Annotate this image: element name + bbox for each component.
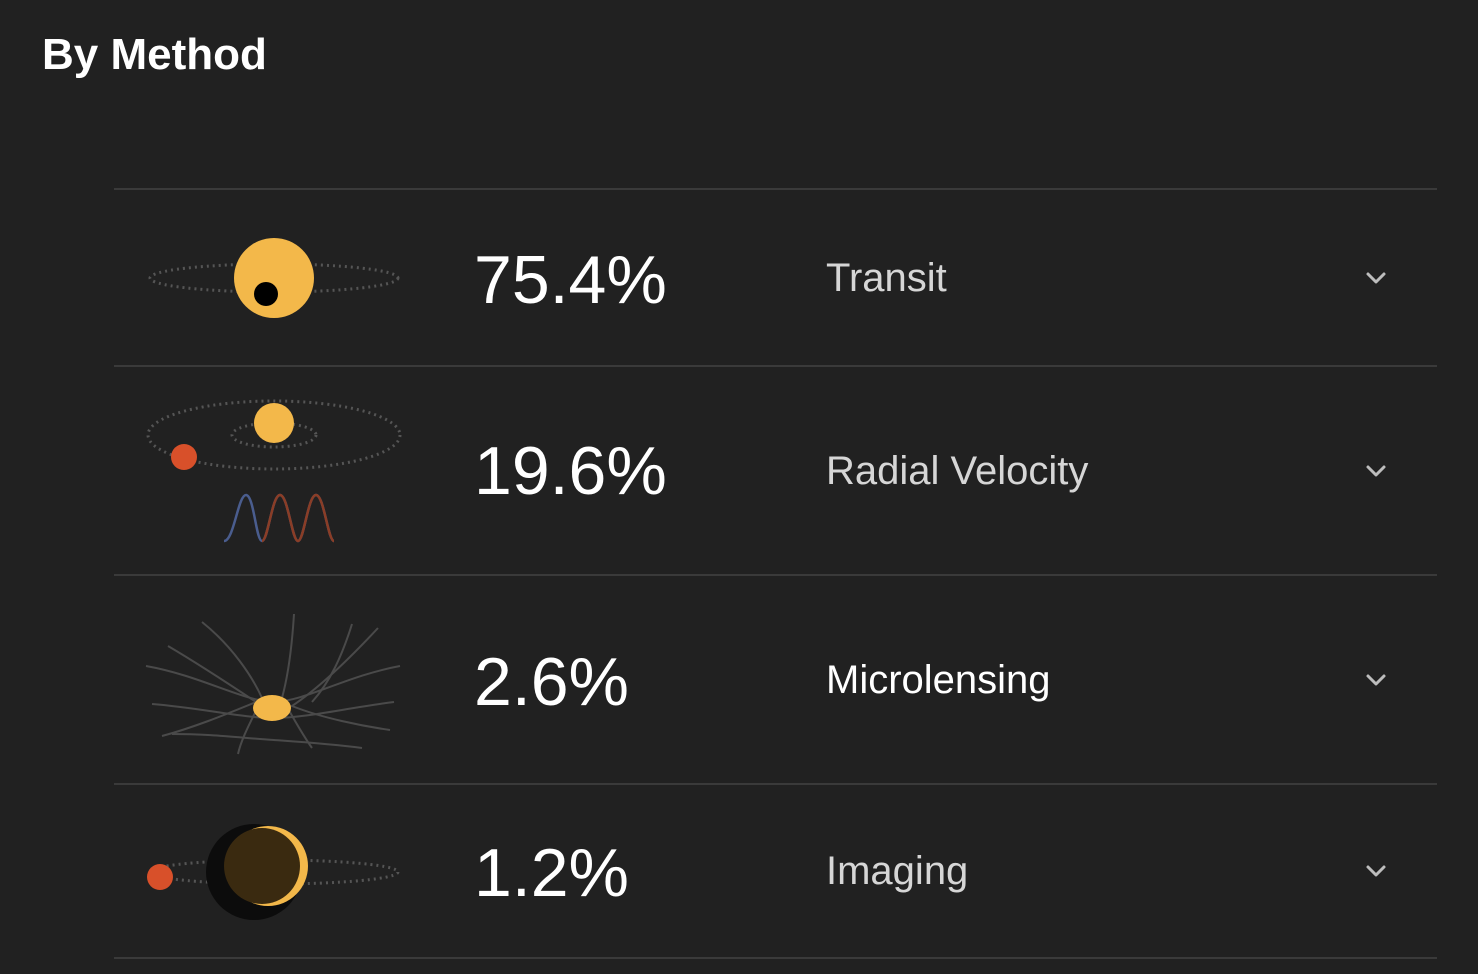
method-list: 75.4% Transit 19.6% Radial Velocity 2.6%… bbox=[114, 188, 1437, 959]
method-percent: 1.2% bbox=[474, 835, 629, 911]
chevron-down-icon[interactable] bbox=[1363, 270, 1389, 286]
microlensing-icon bbox=[145, 613, 401, 755]
method-label: Imaging bbox=[826, 849, 969, 893]
radial-velocity-icon bbox=[146, 399, 402, 543]
imaging-icon bbox=[147, 824, 400, 920]
chevron-down-icon[interactable] bbox=[1363, 863, 1389, 879]
method-percent: 19.6% bbox=[474, 433, 667, 509]
method-label: Radial Velocity bbox=[826, 449, 1089, 493]
method-row-imaging[interactable]: 1.2% Imaging bbox=[114, 783, 1437, 959]
method-percent: 2.6% bbox=[474, 644, 629, 720]
method-row-radial-velocity[interactable]: 19.6% Radial Velocity bbox=[114, 365, 1437, 574]
section-title: By Method bbox=[42, 30, 267, 79]
method-row-microlensing[interactable]: 2.6% Microlensing bbox=[114, 574, 1437, 783]
transit-icon bbox=[148, 238, 400, 318]
method-percent: 75.4% bbox=[474, 242, 667, 318]
chevron-down-icon[interactable] bbox=[1363, 672, 1389, 688]
chevron-down-icon[interactable] bbox=[1363, 463, 1389, 479]
method-label: Transit bbox=[826, 256, 947, 300]
method-row-transit[interactable]: 75.4% Transit bbox=[114, 188, 1437, 365]
method-label: Microlensing bbox=[826, 658, 1051, 702]
